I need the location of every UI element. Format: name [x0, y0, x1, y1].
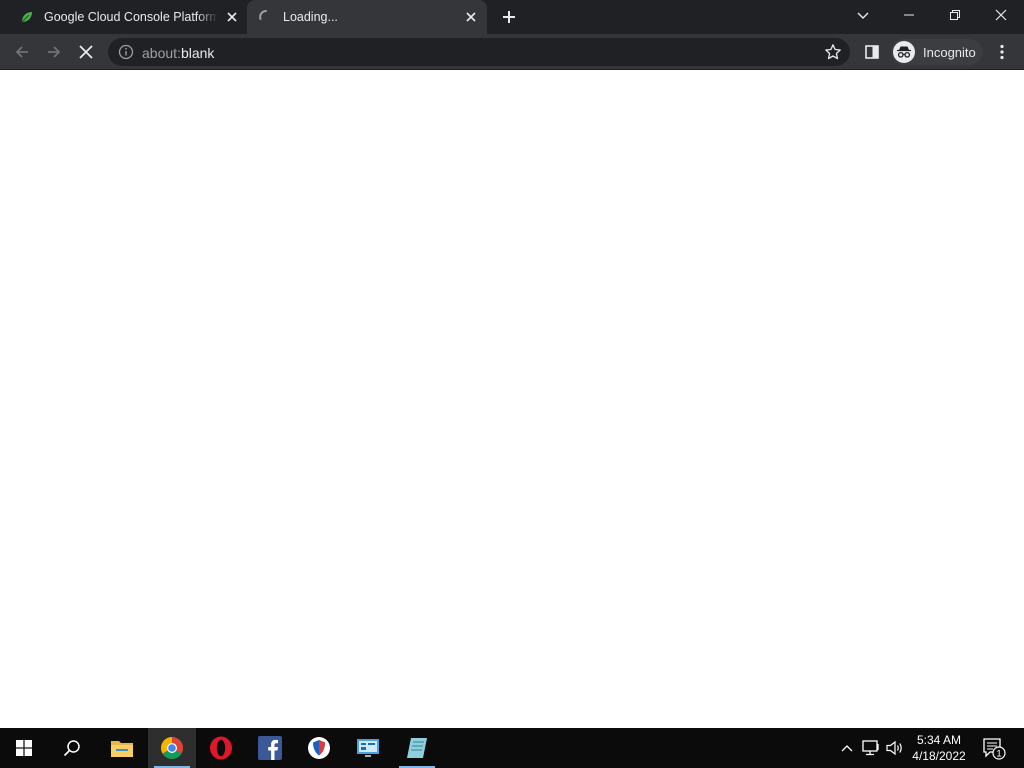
taskbar: 5:34 AM 4/18/2022 1: [0, 728, 1024, 768]
volume-icon: [886, 740, 902, 756]
url-scheme: about:: [142, 45, 181, 61]
taskbar-app-control-panel[interactable]: [344, 728, 392, 768]
side-panel-button[interactable]: [860, 40, 884, 64]
search-icon: [63, 740, 80, 757]
tab-strip: Google Cloud Console Platform Loading...: [0, 0, 1024, 34]
forward-button[interactable]: [42, 40, 66, 64]
loading-spinner-icon: [259, 10, 267, 20]
chevron-down-icon: [857, 12, 869, 19]
close-icon: [995, 9, 1007, 21]
network-icon: [862, 740, 879, 756]
taskbar-app-notes[interactable]: [393, 728, 441, 768]
tab-google-cloud[interactable]: Google Cloud Console Platform: [8, 0, 246, 34]
notes-icon: [407, 738, 427, 758]
minimize-button[interactable]: [886, 0, 932, 30]
back-button[interactable]: [10, 40, 34, 64]
restore-icon: [950, 10, 960, 20]
opera-icon: [210, 736, 232, 760]
stop-loading-button[interactable]: [74, 40, 98, 64]
notification-icon: 1: [983, 738, 1006, 760]
clock-date: 4/18/2022: [912, 749, 966, 763]
plus-icon: [503, 11, 515, 23]
chrome-icon: [161, 737, 183, 759]
incognito-icon: [893, 41, 915, 63]
tab-search-button[interactable]: [853, 6, 873, 26]
kebab-menu-icon: [1000, 44, 1004, 60]
address-bar[interactable]: about:blank: [108, 38, 850, 66]
close-icon: [79, 45, 93, 59]
new-tab-button[interactable]: [498, 6, 520, 28]
incognito-profile-button[interactable]: Incognito: [891, 39, 983, 65]
control-panel-icon: [357, 739, 379, 757]
taskbar-app-browser-shield[interactable]: [295, 728, 343, 768]
close-window-button[interactable]: [978, 0, 1024, 30]
taskbar-clock[interactable]: 5:34 AM 4/18/2022: [908, 732, 970, 764]
network-tray-button[interactable]: [860, 728, 882, 768]
star-icon[interactable]: [824, 43, 842, 61]
taskbar-app-opera[interactable]: [197, 728, 245, 768]
close-tab-icon[interactable]: [224, 9, 240, 25]
leaf-favicon-icon: [21, 12, 32, 23]
minimize-icon: [904, 14, 914, 16]
forward-arrow-icon: [48, 46, 61, 58]
browser-menu-button[interactable]: [990, 40, 1014, 64]
close-tab-icon[interactable]: [463, 9, 479, 25]
taskbar-app-facebook[interactable]: [246, 728, 294, 768]
restore-button[interactable]: [932, 0, 978, 30]
facebook-icon: [258, 736, 282, 760]
brave-icon: [308, 737, 330, 759]
start-button[interactable]: [0, 728, 48, 768]
tab-loading[interactable]: Loading...: [247, 0, 487, 34]
url-path: blank: [180, 45, 215, 61]
search-button[interactable]: [48, 728, 96, 768]
url-text[interactable]: about:blank: [142, 45, 214, 61]
notification-count: 1: [996, 749, 1001, 760]
incognito-label: Incognito: [923, 45, 976, 60]
chevron-up-icon: [841, 745, 853, 752]
page-content[interactable]: [0, 71, 1024, 728]
taskbar-app-chrome[interactable]: [148, 728, 196, 768]
show-hidden-icons-button[interactable]: [838, 728, 856, 768]
volume-tray-button[interactable]: [884, 728, 906, 768]
notification-center-button[interactable]: 1: [978, 736, 1008, 762]
info-icon[interactable]: [118, 44, 134, 60]
side-panel-icon: [865, 45, 879, 59]
browser-toolbar: about:blank Incognito: [0, 34, 1024, 70]
tab-title: Google Cloud Console Platform: [44, 10, 218, 24]
back-arrow-icon: [15, 46, 28, 58]
taskbar-app-file-explorer[interactable]: [98, 728, 146, 768]
file-explorer-icon: [111, 741, 133, 757]
tab-title: Loading...: [283, 10, 338, 24]
clock-time: 5:34 AM: [916, 733, 962, 747]
windows-logo-icon: [16, 740, 32, 756]
